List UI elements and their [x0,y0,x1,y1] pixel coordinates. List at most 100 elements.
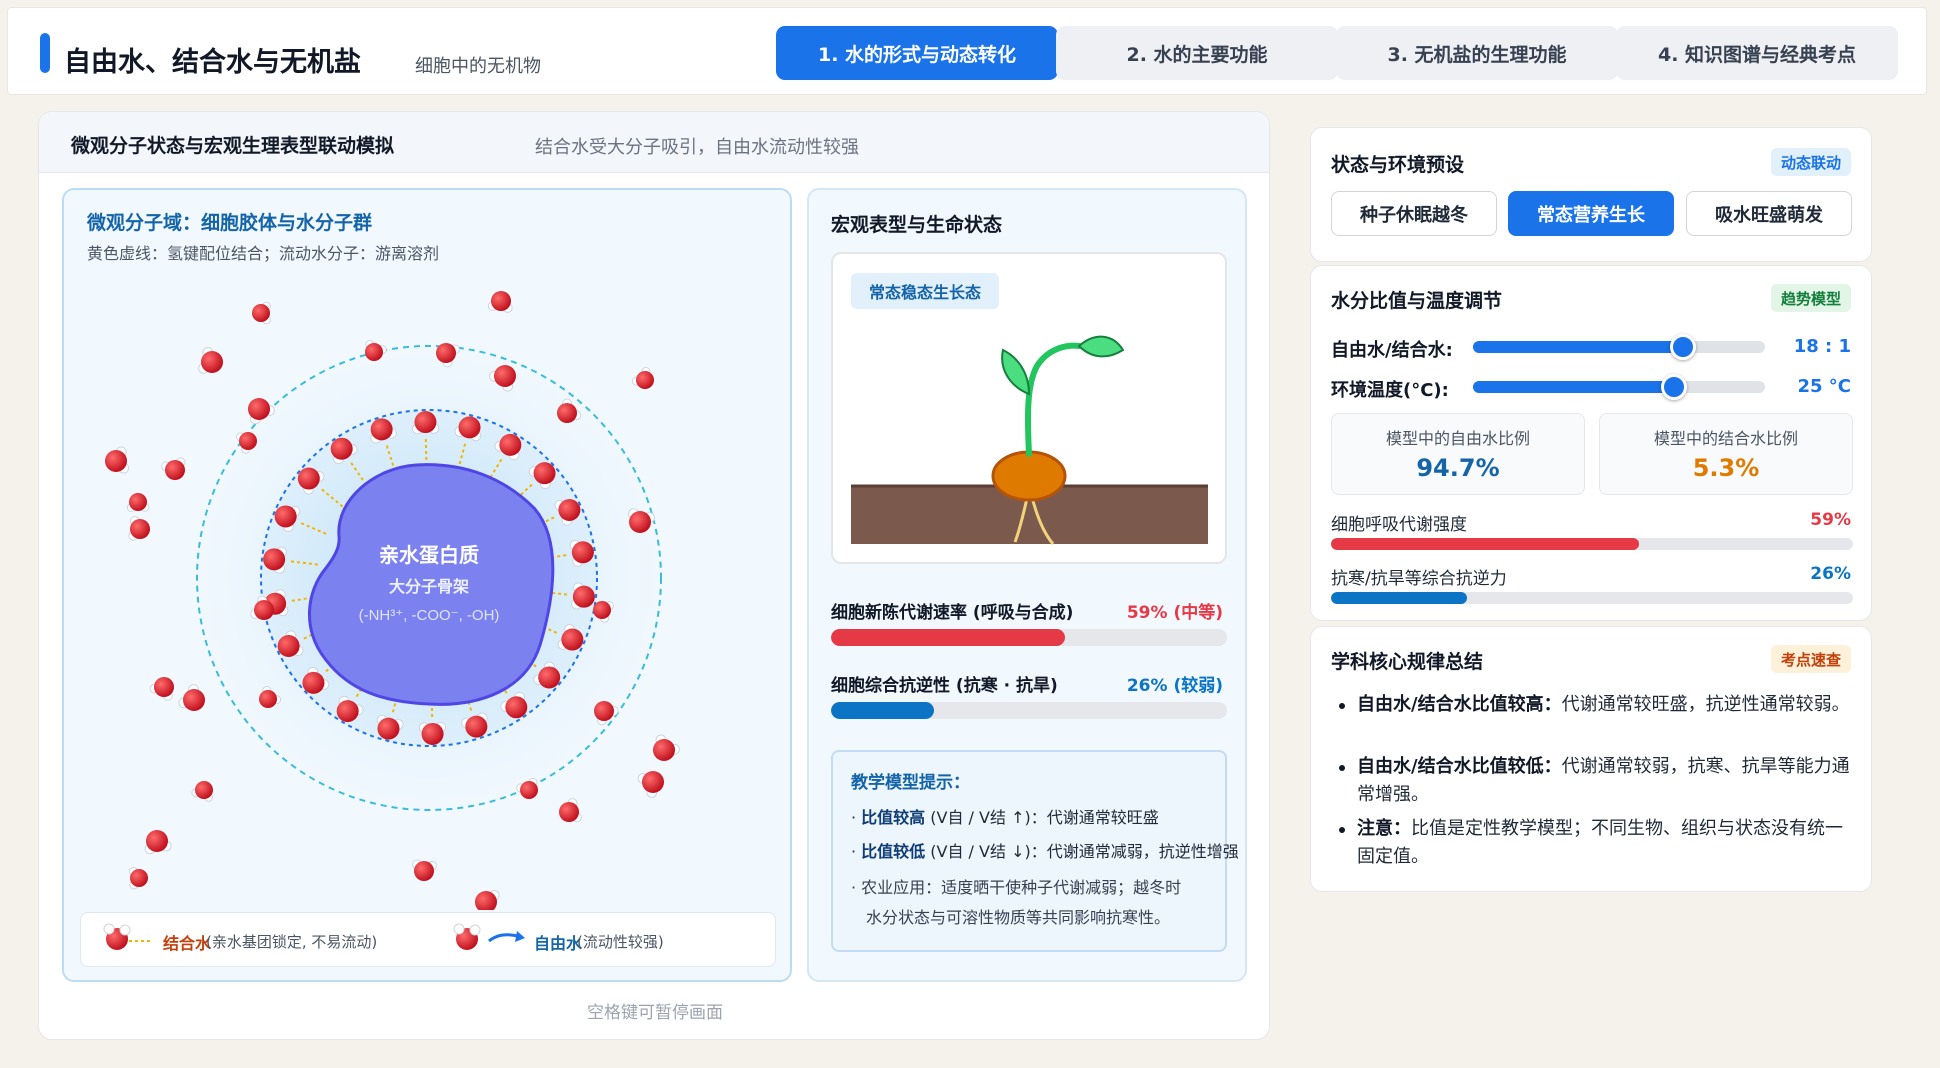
molecule-legend: 结合水 (亲水基团锁定, 不易流动) 自由水 (流动性较强) [80,912,776,967]
rule-item-note: 注意：比值是定性教学模型；不同生物、组织与状态没有统一固定值。 [1331,815,1853,871]
protein-title: 亲水蛋白质 [379,543,479,567]
ratio-slider[interactable] [1473,334,1765,360]
free-water-stat-label: 模型中的自由水比例 [1385,429,1530,448]
tab-knowledge-map[interactable]: 4. 知识图谱与经典考点 [1616,26,1898,80]
free-water-molecule [161,457,186,480]
protein-groups: (-NH³⁺, -COO⁻, -OH) [359,607,500,624]
bound-water-stat-label: 模型中的结合水比例 [1653,429,1798,448]
resistance-bar [831,702,1227,719]
tips-title: 教学模型提示： [851,773,970,793]
free-water-molecule [252,301,271,325]
micro-domain-box: 亲水蛋白质 大分子骨架 (-NH³⁺, -COO⁻, -OH) 微观分子域：细胞… [62,188,792,982]
bound-water-stat: 模型中的结合水比例 5.3% [1599,413,1853,495]
tip-agri-text1: 农业应用：适度晒干使种子代谢减弱；越冬时 [861,878,1182,897]
free-water-molecule [105,446,130,474]
teaching-tips: 教学模型提示： · 比值较高 (V自 / V结 ↑)：代谢通常较旺盛 · 比值较… [831,750,1239,952]
rules-card: 学科核心规律总结 考点速查 自由水/结合水比值较高：代谢通常较旺盛，抗逆性通常较… [1310,626,1872,892]
tip-low-text: ：代谢通常减弱，抗逆性增强 [1030,842,1239,861]
ratio-slider-handle[interactable] [1670,334,1697,360]
app-title: 自由水、结合水与无机盐 [64,47,361,78]
preset-normal-button[interactable]: 常态营养生长 [1508,191,1674,236]
molecule-canvas[interactable]: 亲水蛋白质 大分子骨架 (-NH³⁺, -COO⁻, -OH) [64,190,794,910]
temp-slider-handle[interactable] [1661,374,1688,400]
pause-hint: 空格键可暂停画面 [587,1003,723,1023]
stress-resistance-bar [1331,592,1853,604]
stress-resistance-bar-fill [1331,592,1467,604]
bullet-icon [1339,827,1345,833]
title-accent-bar [40,33,50,73]
temp-value: 25 °C [1797,376,1851,397]
free-water-molecule [653,734,680,761]
tip-low-bold: 比值较低 [861,842,926,861]
ratio-control-card: 水分比值与温度调节 趋势模型 自由水/结合水: 18 : 1 环境温度(°C):… [1310,265,1872,621]
macro-phenotype-box: 宏观表型与生命状态 常态稳态生长态 细胞新陈代谢速率 (呼吸与合成) 59% (… [807,188,1247,982]
bound-water-icon [103,923,151,950]
legend-bound-label: 结合水 [163,934,212,953]
free-water-molecule [144,830,172,855]
ratio-slider-label: 自由水/结合水: [1331,340,1453,361]
ratio-value: 18 : 1 [1793,336,1851,357]
tip-low-formula: (V自 / V结 ↓) [930,842,1031,861]
tab-water-forms[interactable]: 1. 水的形式与动态转化 [776,26,1058,80]
bound-water-stat-value: 5.3% [1692,454,1760,482]
rule-note-bold: 注意： [1357,818,1411,839]
temp-slider-fill [1473,381,1675,393]
tip-low-ratio: · 比值较低 (V自 / V结 ↓)：代谢通常减弱，抗逆性增强 [851,842,1239,861]
free-water-molecule [631,366,654,389]
controls-badge: 趋势模型 [1770,284,1851,312]
tab-water-functions[interactable]: 2. 水的主要功能 [1056,26,1338,80]
tip-high-bold: 比值较高 [861,808,926,827]
rules-badge: 考点速查 [1770,645,1851,673]
legend-free-label: 自由水 [534,934,583,953]
micro-domain-desc: 黄色虚线：氢键配位结合；流动水分子：游离溶剂 [87,244,440,263]
metabolism-value: 59% (中等) [1126,603,1223,623]
stress-resistance-value: 26% [1810,564,1851,584]
stress-resistance-label: 抗寒/抗旱等综合抗逆力 [1331,569,1507,589]
free-water-icon [453,923,525,950]
free-water-molecule [487,291,513,313]
stem [1024,342,1082,457]
metabolism-bar-fill [831,629,1065,646]
free-water-molecule [149,677,174,701]
simulation-panel-header: 微观分子状态与宏观生理表型联动模拟 结合水受大分子吸引，自由水流动性较强 [39,112,1269,173]
free-water-molecule [559,798,582,823]
simulation-title: 微观分子状态与宏观生理表型联动模拟 [71,135,395,157]
free-water-molecule [198,346,223,374]
preset-dormant-button[interactable]: 种子休眠越冬 [1331,191,1497,236]
tip-agri-line1: · 农业应用：适度晒干使种子代谢减弱；越冬时 [851,878,1182,897]
temp-slider-label: 环境温度(°C): [1331,380,1449,401]
free-water-molecule [412,859,437,881]
leaf-left [1001,348,1031,396]
metabolism-label: 细胞新陈代谢速率 (呼吸与合成) [831,603,1074,623]
free-water-molecule [637,771,664,798]
rule-high-text: 代谢通常较旺盛，抗逆性通常较弱。 [1561,694,1850,715]
tip-high-ratio: · 比值较高 (V自 / V结 ↑)：代谢通常较旺盛 [851,808,1159,827]
plant-state-card: 常态稳态生长态 [831,252,1227,564]
free-water-molecule [126,493,150,512]
tab-salt-functions[interactable]: 3. 无机盐的生理功能 [1336,26,1618,80]
app-subtitle: 细胞中的无机物 [415,56,541,77]
macro-title: 宏观表型与生命状态 [831,214,1003,236]
respiration-value: 59% [1810,510,1851,530]
resistance-label: 细胞综合抗逆性 (抗寒 · 抗旱) [831,676,1058,696]
rules-title: 学科核心规律总结 [1331,651,1484,673]
preset-badge: 动态联动 [1770,148,1851,176]
free-water-stat-value: 94.7% [1416,454,1500,482]
rule-note-text: 比值是定性教学模型；不同生物、组织与状态没有统一固定值。 [1357,818,1843,867]
simulation-note: 结合水受大分子吸引，自由水流动性较强 [535,137,859,158]
protein-subtitle: 大分子骨架 [389,577,469,596]
rule-low-bold: 自由水/结合水比值较低： [1357,756,1562,777]
respiration-label: 细胞呼吸代谢强度 [1331,515,1467,535]
free-water-stat: 模型中的自由水比例 94.7% [1331,413,1585,495]
preset-germination-button[interactable]: 吸水旺盛萌发 [1686,191,1852,236]
free-water-molecule [178,684,205,711]
bullet-icon [1339,765,1345,771]
preset-card: 状态与环境预设 动态联动 种子休眠越冬 常态营养生长 吸水旺盛萌发 [1310,127,1872,262]
micro-domain-title: 微观分子域：细胞胶体与水分子群 [87,212,373,234]
metabolism-bar [831,629,1227,646]
temp-slider[interactable] [1473,374,1765,400]
rule-item-low: 自由水/结合水比值较低：代谢通常较弱，抗寒、抗旱等能力通常增强。 [1331,753,1853,809]
seed [991,450,1067,502]
tip-agri-line2: 水分状态与可溶性物质等共同影响抗寒性。 [866,908,1171,927]
legend-free-note: (流动性较强) [577,933,664,951]
